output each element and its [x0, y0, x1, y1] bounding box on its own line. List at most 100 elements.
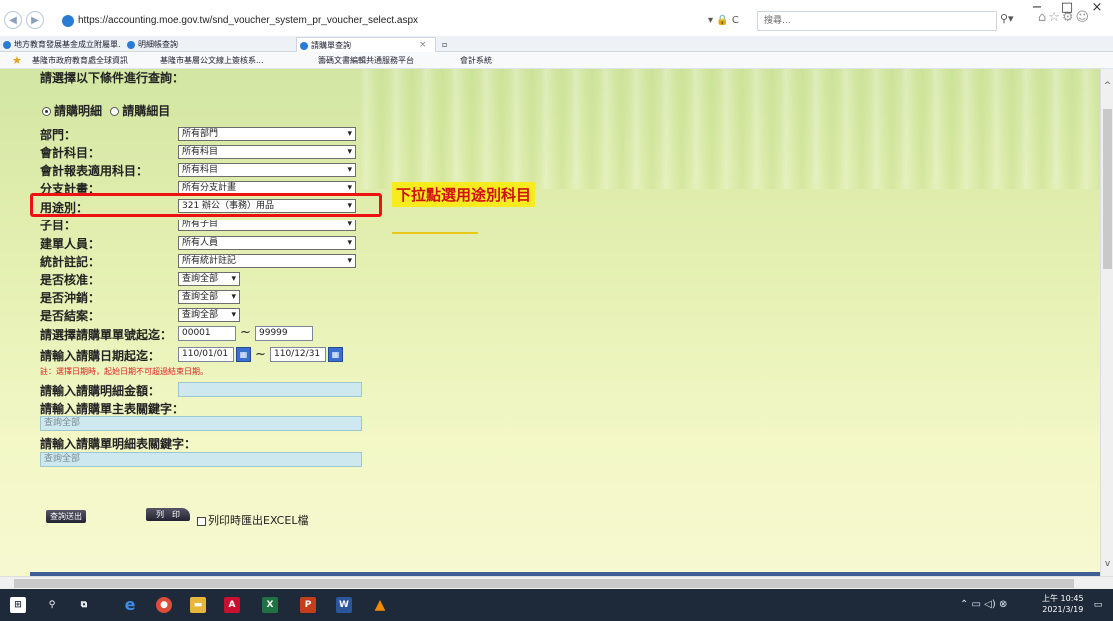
chevron-down-icon: ▾ [347, 219, 352, 229]
calendar-icon[interactable]: ▦ [328, 347, 343, 362]
address-tools[interactable]: ▾ 🔒 C [708, 11, 739, 31]
file-explorer-icon[interactable]: ▬ [190, 597, 206, 613]
vertical-scrollbar[interactable]: ^ v [1100, 69, 1113, 576]
export-excel-label: 列印時匯出EXCEL檔 [208, 514, 309, 527]
detail-keyword-input[interactable]: 查詢全部 [40, 452, 362, 467]
offset-label: 是否沖銷： [40, 291, 101, 305]
number-range-label: 請選擇請購單單號起迄： [40, 328, 173, 342]
fav-item-4[interactable]: 會計系統 [460, 52, 492, 69]
tab-label: 明細帳查詢 [138, 40, 178, 49]
ie-browser-icon[interactable]: e [122, 597, 138, 613]
page-icon [3, 41, 11, 49]
address-bar[interactable]: https://accounting.moe.gov.tw/snd_vouche… [60, 11, 780, 31]
select-value: 所有子目 [182, 219, 219, 229]
search-icon[interactable]: ⚲▾ [1000, 12, 1014, 25]
chevron-down-icon: ▾ [231, 310, 236, 320]
word-icon[interactable]: W [336, 597, 352, 613]
creator-select[interactable]: 所有人員 ▾ [178, 236, 356, 250]
date-to-input[interactable]: 110/12/31 [270, 347, 326, 362]
scroll-down-icon[interactable]: v [1101, 559, 1113, 569]
fav-item-1[interactable]: 基隆市政府教育處全球資訊 [32, 52, 128, 69]
offset-select[interactable]: 查詢全部 ▾ [178, 290, 240, 304]
chevron-down-icon: ▾ [231, 292, 236, 302]
radio-item-label: 請購細目 [122, 104, 171, 118]
date-range-label: 請輸入請購日期起迄： [40, 349, 161, 363]
close-tab-icon[interactable]: × [419, 38, 427, 52]
chevron-down-icon: ▾ [347, 129, 352, 139]
search-input[interactable]: 搜尋... [757, 11, 997, 31]
amount-input[interactable] [178, 382, 362, 397]
master-keyword-input[interactable]: 查詢全部 [40, 416, 362, 431]
closed-select[interactable]: 查詢全部 ▾ [178, 308, 240, 322]
department-select[interactable]: 所有部門 ▾ [178, 127, 356, 141]
address-text: https://accounting.moe.gov.tw/snd_vouche… [78, 15, 418, 26]
callout-underline [392, 232, 478, 234]
account-select[interactable]: 所有科目 ▾ [178, 145, 356, 159]
tab-label: 請購單查詢 [311, 41, 351, 50]
pdf-reader-icon[interactable]: A [224, 597, 240, 613]
export-excel-checkbox[interactable] [197, 516, 206, 526]
minimize-button[interactable]: − [1022, 0, 1052, 15]
highlight-box [30, 193, 382, 217]
scroll-thumb[interactable] [1103, 109, 1112, 269]
select-value: 查詢全部 [182, 292, 219, 302]
calendar-icon[interactable]: ▦ [236, 347, 251, 362]
excel-icon[interactable]: X [262, 597, 278, 613]
query-submit-button[interactable]: 查詢送出 [46, 510, 86, 523]
approved-select[interactable]: 查詢全部 ▾ [178, 272, 240, 286]
close-button[interactable]: × [1082, 0, 1112, 15]
stat-note-select[interactable]: 所有統計註記 ▾ [178, 254, 356, 268]
windows-start-icon[interactable]: ⊞ [10, 597, 26, 613]
chrome-icon[interactable]: ● [156, 597, 172, 613]
search-icon[interactable]: ⚲ [44, 597, 60, 613]
new-tab-button[interactable]: ▫ [440, 37, 454, 52]
creator-label: 建單人員： [40, 237, 101, 251]
back-icon[interactable]: ◀ [4, 11, 22, 29]
export-excel-row: 列印時匯出EXCEL檔 [197, 512, 308, 528]
print-button[interactable]: 列 印 [146, 508, 190, 521]
radio-detail-label: 請購明細 [54, 104, 103, 118]
tab-bar: 地方教育發展基金成立附屬單... 明細帳查詢 請購單查詢 × ▫ [0, 36, 1113, 52]
select-value: 所有科目 [182, 165, 219, 175]
number-to-input[interactable]: 99999 [255, 326, 313, 341]
select-value: 所有科目 [182, 147, 219, 157]
report-account-select[interactable]: 所有科目 ▾ [178, 163, 356, 177]
radio-item[interactable] [110, 107, 120, 116]
department-label: 部門： [40, 128, 77, 142]
report-account-label: 會計報表適用科目： [40, 164, 149, 178]
amount-label: 請輸入請購明細金額： [40, 384, 161, 398]
vlc-icon[interactable]: ▲ [372, 597, 388, 613]
tab-fund[interactable]: 地方教育發展基金成立附屬單... [0, 37, 120, 52]
favorites-star-icon[interactable]: ★ [12, 52, 22, 69]
clock-time: 上午 10:45 [1042, 594, 1084, 603]
fav-item-3[interactable]: 籌碼文書編輯共通服務平台 [318, 52, 414, 69]
chevron-down-icon: ▾ [347, 256, 352, 266]
page-content: 請選擇以下條件進行查詢： 請購明細 請購細目 部門： 所有部門 ▾ 會計科目： 所… [0, 69, 1100, 576]
system-tray[interactable]: ⌃ ▭ ◁) ⊗ [960, 599, 1007, 610]
scroll-thumb[interactable] [14, 579, 1074, 588]
chevron-down-icon: ▾ [347, 238, 352, 248]
select-value: 查詢全部 [182, 274, 219, 284]
chevron-down-icon: ▾ [347, 165, 352, 175]
sub-item-label: 子目： [40, 218, 77, 232]
radio-detail[interactable] [42, 107, 51, 116]
number-from-input[interactable]: 00001 [178, 326, 236, 341]
clock[interactable]: 上午 10:45 2021/3/19 [1042, 593, 1084, 615]
select-value: 所有統計註記 [182, 256, 237, 266]
scroll-up-icon[interactable]: ^ [1101, 81, 1113, 91]
horizontal-scrollbar[interactable] [0, 576, 1113, 589]
notification-icon[interactable]: ▭ [1090, 597, 1106, 613]
sub-item-select[interactable]: 所有子目 ▾ [178, 219, 356, 231]
query-type-radios: 請購明細 請購細目 [42, 102, 170, 119]
powerpoint-icon[interactable]: P [300, 597, 316, 613]
fav-item-2[interactable]: 基隆市基層公文線上簽核系... [160, 52, 264, 69]
approved-label: 是否核准： [40, 273, 101, 287]
select-value: 所有人員 [182, 238, 219, 248]
tab-ledger[interactable]: 明細帳查詢 [124, 37, 234, 52]
maximize-button[interactable]: □ [1052, 0, 1082, 15]
tab-purchase-query[interactable]: 請購單查詢 × [296, 37, 436, 52]
date-from-input[interactable]: 110/01/01 [178, 347, 234, 362]
page-icon [300, 42, 308, 50]
task-view-icon[interactable]: ⧉ [76, 597, 92, 613]
forward-icon[interactable]: ▶ [26, 11, 44, 29]
